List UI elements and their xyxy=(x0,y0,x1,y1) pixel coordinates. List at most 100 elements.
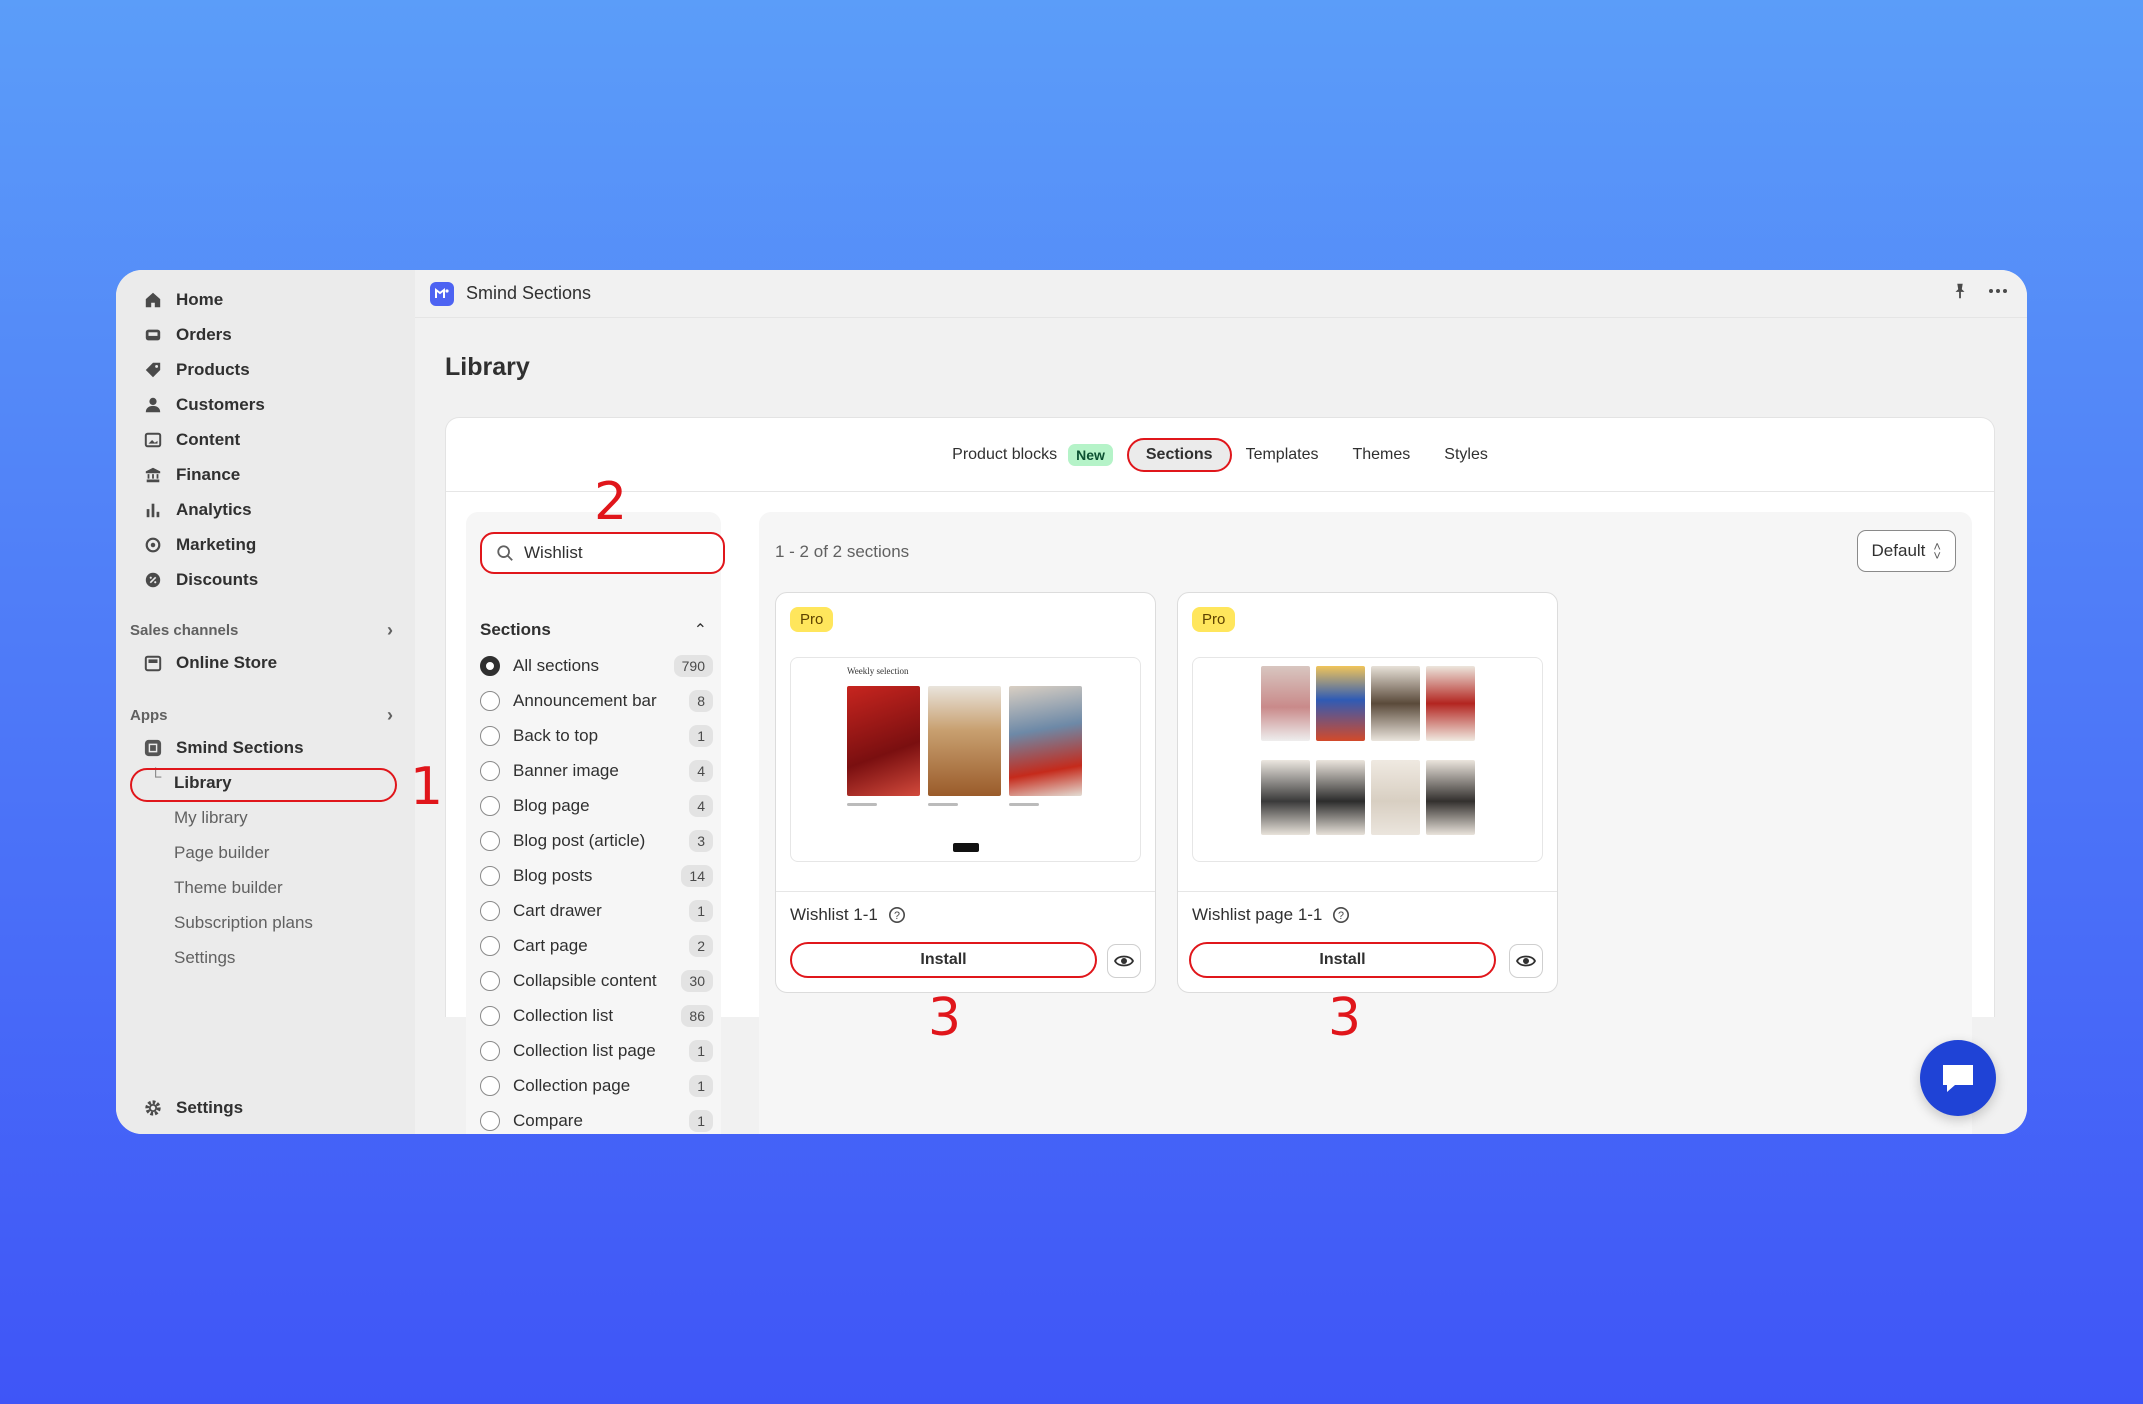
bar-chart-icon xyxy=(146,503,160,517)
preview-photo xyxy=(847,686,920,796)
sidebar-subitem-theme-builder[interactable]: Theme builder xyxy=(116,870,415,905)
radio xyxy=(480,1005,500,1026)
product-card: Pro Wishlist page 1-1? Install xyxy=(1177,592,1558,993)
filter-option[interactable]: Collection page 1 xyxy=(480,1068,713,1103)
new-badge: New xyxy=(1068,443,1113,466)
home-icon xyxy=(145,292,161,307)
sidebar-item-products[interactable]: Products xyxy=(116,352,415,387)
image-icon xyxy=(144,432,162,447)
preview-photo xyxy=(1426,760,1475,835)
filter-option[interactable]: Collapsible content 30 xyxy=(480,963,713,998)
sidebar-item-discounts[interactable]: Discounts xyxy=(116,562,415,597)
product-preview-image[interactable]: Weekly selection xyxy=(790,657,1141,862)
pro-badge: Pro xyxy=(790,607,834,632)
filter-option[interactable]: Collection list page 1 xyxy=(480,1033,713,1068)
more-options-icon[interactable] xyxy=(1987,282,2009,300)
filter-option[interactable]: Cart page 2 xyxy=(480,928,713,963)
library-card: Product blocks New Sections Templates Th… xyxy=(445,417,1995,1134)
filter-option[interactable]: Compare 1 xyxy=(480,1103,713,1134)
sections-filter-header[interactable]: Sections ⌃ xyxy=(480,620,707,640)
gear-icon xyxy=(145,1099,161,1116)
person-icon xyxy=(145,397,161,412)
target-icon xyxy=(145,537,161,552)
preview-photo xyxy=(1371,760,1420,835)
annotation-number: 3 xyxy=(928,988,962,1048)
chevron-right-icon: › xyxy=(387,619,393,640)
filter-option[interactable]: Banner image 4 xyxy=(480,753,713,788)
chat-icon xyxy=(1943,1065,1973,1092)
chevron-right-icon: › xyxy=(387,704,393,725)
radio xyxy=(480,1110,500,1131)
filter-option[interactable]: Announcement bar 8 xyxy=(480,683,713,718)
annotation-number: 2 xyxy=(594,472,628,532)
radio xyxy=(480,1040,500,1061)
radio xyxy=(480,1075,500,1096)
filter-option[interactable]: Blog post (article) 3 xyxy=(480,823,713,858)
tab-themes[interactable]: Themes xyxy=(1335,438,1427,472)
card-divider xyxy=(776,891,1155,892)
preview-button[interactable] xyxy=(1107,944,1141,978)
help-icon[interactable]: ? xyxy=(888,906,906,924)
sidebar-item-online-store[interactable]: Online Store xyxy=(116,645,415,680)
sales-channels-header[interactable]: Sales channels › xyxy=(116,615,415,645)
filter-option[interactable]: Cart drawer 1 xyxy=(480,893,713,928)
preview-button xyxy=(953,843,979,852)
bank-icon xyxy=(145,467,161,482)
smind-app-icon xyxy=(144,739,162,756)
help-icon[interactable]: ? xyxy=(1332,906,1350,924)
sidebar-item-home[interactable]: Home xyxy=(116,282,415,317)
product-preview-image[interactable] xyxy=(1192,657,1543,862)
radio xyxy=(480,865,500,886)
product-name: Wishlist page 1-1? xyxy=(1192,905,1350,925)
filter-option[interactable]: Blog page 4 xyxy=(480,788,713,823)
search-input[interactable]: Wishlist xyxy=(480,532,725,574)
tab-product-blocks[interactable]: Product blocks xyxy=(935,438,1074,472)
product-name: Wishlist 1-1? xyxy=(790,905,906,925)
card-divider xyxy=(1178,891,1557,892)
filter-panel: Wishlist Sections ⌃ All sections 790 Annou… xyxy=(466,512,725,1134)
preview-photo xyxy=(1261,666,1310,741)
sidebar-item-orders[interactable]: Orders xyxy=(116,317,415,352)
sidebar-item-settings[interactable]: Settings xyxy=(116,1090,243,1125)
product-card: Pro Weekly selection Wishlist 1-1? Insta… xyxy=(775,592,1156,993)
radio xyxy=(480,830,500,851)
tag-icon xyxy=(145,362,161,377)
sidebar-item-finance[interactable]: Finance xyxy=(116,457,415,492)
sidebar-item-marketing[interactable]: Marketing xyxy=(116,527,415,562)
pin-icon[interactable] xyxy=(1951,282,1969,300)
filter-option[interactable]: Back to top 1 xyxy=(480,718,713,753)
chevron-up-icon: ⌃ xyxy=(693,622,707,639)
install-button[interactable]: Install xyxy=(1189,942,1496,978)
library-highlight-ring xyxy=(130,768,397,802)
sidebar-item-analytics[interactable]: Analytics xyxy=(116,492,415,527)
pro-badge: Pro xyxy=(1192,607,1236,632)
sidebar-subitem-settings[interactable]: Settings xyxy=(116,940,415,975)
filter-option[interactable]: Collection list 86 xyxy=(480,998,713,1033)
smind-logo-icon xyxy=(430,281,454,306)
sections-filter-list: All sections 790 Announcement bar 8 Back t… xyxy=(480,648,713,1134)
sidebar-item-content[interactable]: Content xyxy=(116,422,415,457)
sort-select[interactable]: Default ˄ ˅ xyxy=(1856,530,1956,572)
chat-button[interactable] xyxy=(1920,1040,1996,1116)
preview-button[interactable] xyxy=(1509,944,1543,978)
svg-text:?: ? xyxy=(1338,910,1344,922)
tab-sections[interactable]: Sections xyxy=(1126,437,1232,472)
sidebar-subitem-subscription-plans[interactable]: Subscription plans xyxy=(116,905,415,940)
sidebar-item-smind-sections[interactable]: Smind Sections xyxy=(116,730,415,765)
tab-styles[interactable]: Styles xyxy=(1427,438,1505,472)
sidebar-item-customers[interactable]: Customers xyxy=(116,387,415,422)
filter-option[interactable]: All sections 790 xyxy=(480,648,713,683)
apps-header[interactable]: Apps › xyxy=(116,700,415,730)
tab-templates[interactable]: Templates xyxy=(1229,438,1336,472)
install-button[interactable]: Install xyxy=(790,942,1097,978)
app-title: Smind Sections xyxy=(466,283,592,303)
preview-photo xyxy=(1316,760,1365,835)
sidebar: Home Orders Products Customers Content F… xyxy=(116,270,415,1134)
sidebar-subitem-page-builder[interactable]: Page builder xyxy=(116,835,415,870)
radio-selected xyxy=(480,655,500,676)
preview-photo xyxy=(1261,760,1310,835)
sidebar-subitem-my-library[interactable]: My library xyxy=(116,800,415,835)
eye-icon xyxy=(1114,955,1134,967)
filter-option[interactable]: Blog posts 14 xyxy=(480,858,713,893)
radio xyxy=(480,725,500,746)
